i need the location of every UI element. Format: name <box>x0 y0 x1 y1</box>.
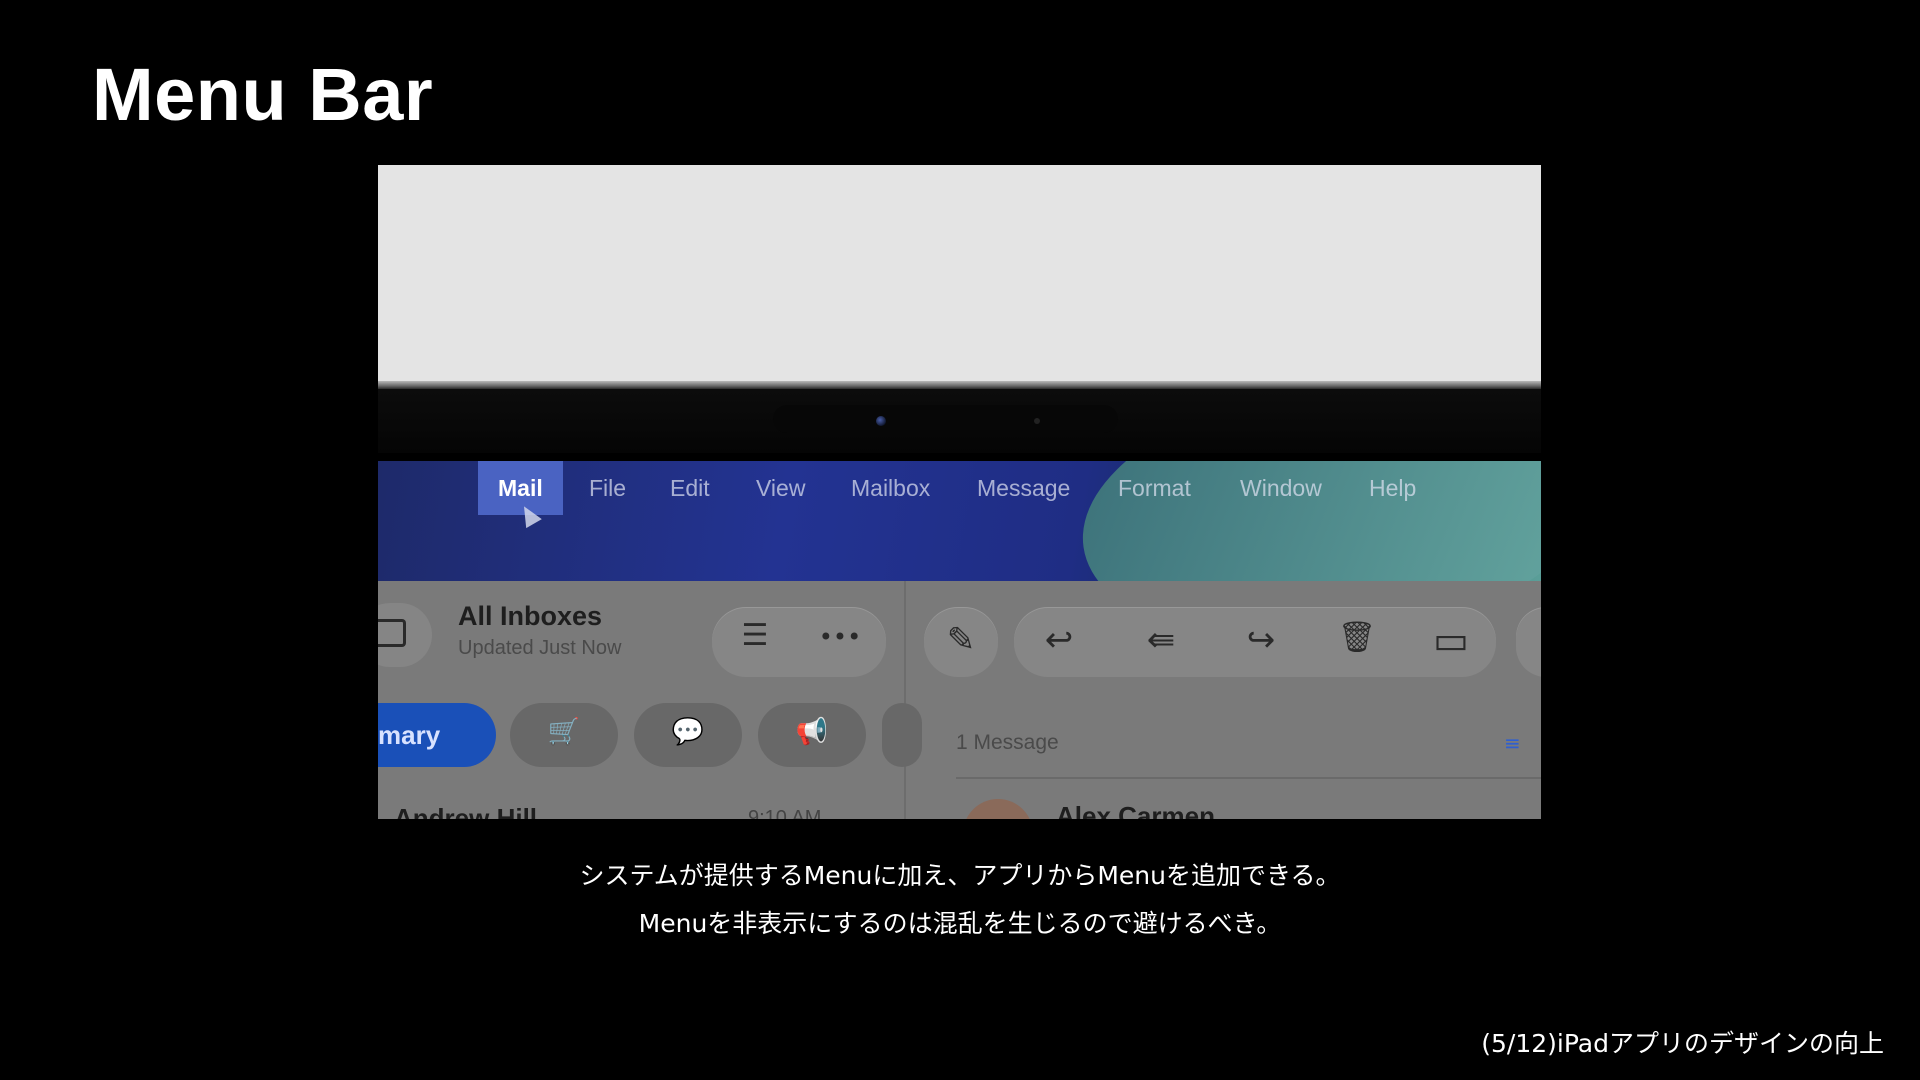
camera-housing <box>773 405 1118 433</box>
menu-format[interactable]: Format <box>1118 473 1191 503</box>
more-icon[interactable]: ••• <box>810 625 870 649</box>
menu-file[interactable]: File <box>589 473 626 503</box>
device-bezel <box>378 389 1541 453</box>
reply-all-icon[interactable]: ⇚ <box>1132 623 1190 657</box>
mail-app-body: All Inboxes Updated Just Now ☰ ••• ✎ ↩ ⇚… <box>378 581 1541 819</box>
menu-edit[interactable]: Edit <box>670 473 710 503</box>
megaphone-icon: 📢 <box>795 717 829 747</box>
slide-title: Menu Bar <box>92 53 434 136</box>
menu-help[interactable]: Help <box>1369 473 1416 503</box>
summary-icon[interactable]: ≡ <box>1504 731 1521 755</box>
menu-window[interactable]: Window <box>1240 473 1322 503</box>
screen-edge <box>378 381 1541 389</box>
caption-line-2: Menuを非表示にするのは混乱を生じるので避けるべき。 <box>638 909 1282 938</box>
menu-message[interactable]: Message <box>977 473 1070 503</box>
list-item-sender[interactable]: Andrew Hill <box>394 803 537 819</box>
inbox-subtitle: Updated Just Now <box>458 637 622 659</box>
sensor-dot <box>1034 418 1040 424</box>
slide: Menu Bar Mail File Edit View Mailbox Mes… <box>0 0 1920 1080</box>
ipad-screenshot: Mail File Edit View Mailbox Message Form… <box>378 165 1541 819</box>
menu-bar: Mail File Edit View Mailbox Message Form… <box>378 461 1541 515</box>
trash-icon[interactable]: 🗑 <box>1332 623 1382 653</box>
camera-icon <box>876 416 886 426</box>
compose-icon[interactable]: ✎ <box>936 623 986 657</box>
screen-top-area <box>378 165 1541 385</box>
reply-icon[interactable]: ↩ <box>1034 623 1084 657</box>
menu-view[interactable]: View <box>756 473 805 503</box>
list-item-time: 9:10 AM <box>748 807 822 819</box>
menu-mailbox[interactable]: Mailbox <box>851 473 930 503</box>
message-count: 1 Message <box>956 731 1059 754</box>
pane-divider <box>904 581 906 819</box>
filter-icon[interactable]: ☰ <box>730 621 780 651</box>
tab-primary[interactable]: mary <box>378 703 496 767</box>
sender-name: Alex Carmen <box>1056 801 1215 819</box>
inbox-title: All Inboxes <box>458 601 603 631</box>
avatar <box>963 799 1033 819</box>
tab-more[interactable] <box>882 703 922 767</box>
overflow-pill[interactable] <box>1516 607 1541 677</box>
caption-line-1: システムが提供するMenuに加え、アプリからMenuを追加できる。 <box>579 861 1341 890</box>
cart-icon: 🛒 <box>547 717 581 747</box>
chat-icon: 💬 <box>671 717 705 747</box>
message-separator <box>956 777 1541 779</box>
sidebar-icon <box>378 619 406 647</box>
wallpaper: Mail File Edit View Mailbox Message Form… <box>378 461 1541 581</box>
folder-icon[interactable]: ▭ <box>1424 621 1478 659</box>
forward-icon[interactable]: ↪ <box>1236 623 1286 657</box>
slide-footer: (5/12)iPadアプリのデザインの向上 <box>1481 1029 1884 1058</box>
